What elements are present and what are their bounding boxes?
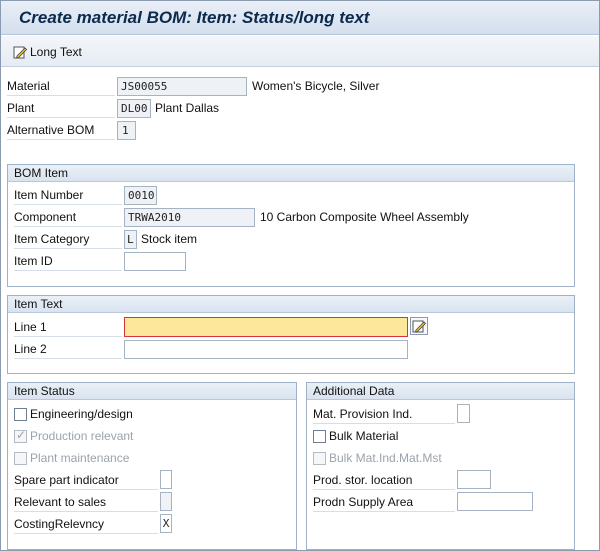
item-category-label: Item Category (14, 230, 122, 249)
prodn-supply-area-field[interactable] (457, 492, 533, 511)
spare-part-label: Spare part indicator (14, 471, 158, 490)
line-2-input[interactable] (124, 340, 408, 359)
component-description: 10 Carbon Composite Wheel Assembly (260, 210, 469, 224)
plant-field[interactable]: DL00 (117, 99, 151, 118)
prod-stor-location-label: Prod. stor. location (313, 471, 455, 490)
item-number-label: Item Number (14, 186, 122, 205)
checkbox-box (14, 451, 27, 465)
plant-maintenance-checkbox: Plant maintenance (14, 449, 129, 467)
line-1-label: Line 1 (14, 318, 122, 337)
window-title: Create material BOM: Item: Status/long t… (19, 8, 370, 27)
plant-label: Plant (7, 99, 115, 118)
edit-pencil-icon (412, 320, 427, 333)
costing-relevancy-label: CostingRelevncy (14, 515, 158, 534)
edit-long-text-button[interactable] (410, 317, 428, 335)
bom-item-group-title: BOM Item (8, 165, 574, 182)
checkbox-box (313, 451, 326, 465)
mat-provision-ind-label: Mat. Provision Ind. (313, 405, 455, 424)
item-category-field[interactable]: L (124, 230, 137, 249)
spare-part-field[interactable] (160, 470, 172, 489)
item-id-field[interactable] (124, 252, 186, 271)
checkmark-icon: ✓ (16, 427, 27, 442)
edit-pencil-icon (13, 45, 28, 59)
bulk-mat-ind-mat-mst-label: Bulk Mat.Ind.Mat.Mst (329, 451, 442, 465)
line-1-input[interactable] (124, 317, 408, 337)
production-relevant-label: Production relevant (30, 429, 134, 443)
production-relevant-checkbox: ✓ Production relevant (14, 427, 133, 445)
item-id-label: Item ID (14, 252, 122, 271)
plant-description: Plant Dallas (155, 101, 220, 115)
relevant-to-sales-label: Relevant to sales (14, 493, 158, 512)
bulk-material-checkbox[interactable]: Bulk Material (313, 427, 398, 445)
material-description: Women's Bicycle, Silver (252, 79, 380, 93)
sap-window: Create material BOM: Item: Status/long t… (0, 0, 600, 551)
bulk-material-label: Bulk Material (329, 429, 399, 443)
engineering-design-label: Engineering/design (30, 407, 133, 421)
plant-maintenance-label: Plant maintenance (30, 451, 130, 465)
long-text-button[interactable]: Long Text (13, 42, 82, 62)
item-text-group-title: Item Text (8, 296, 574, 313)
checkbox-box: ✓ (14, 427, 27, 443)
material-field[interactable]: JS00055 (117, 77, 247, 96)
alternative-bom-label: Alternative BOM (7, 121, 115, 140)
checkbox-box[interactable] (14, 407, 27, 421)
item-category-description: Stock item (141, 232, 198, 246)
relevant-to-sales-field[interactable] (160, 492, 172, 511)
item-number-field[interactable]: 0010 (124, 186, 157, 205)
checkbox-box[interactable] (313, 429, 326, 443)
component-field[interactable]: TRWA2010 (124, 208, 255, 227)
item-status-group-title: Item Status (8, 383, 296, 400)
additional-data-group-title: Additional Data (307, 383, 574, 400)
title-bar: Create material BOM: Item: Status/long t… (1, 1, 599, 35)
prodn-supply-area-label: Prodn Supply Area (313, 493, 455, 512)
bulk-mat-ind-mat-mst-checkbox: Bulk Mat.Ind.Mat.Mst (313, 449, 442, 467)
costing-relevancy-field[interactable]: X (160, 514, 172, 533)
material-label: Material (7, 77, 115, 96)
mat-provision-ind-field[interactable] (457, 404, 470, 423)
component-label: Component (14, 208, 122, 227)
prod-stor-location-field[interactable] (457, 470, 491, 489)
engineering-design-checkbox[interactable]: Engineering/design (14, 405, 133, 423)
alternative-bom-field[interactable]: 1 (117, 121, 136, 140)
long-text-label: Long Text (30, 45, 82, 59)
application-toolbar: Long Text (1, 36, 599, 67)
line-2-label: Line 2 (14, 340, 122, 359)
